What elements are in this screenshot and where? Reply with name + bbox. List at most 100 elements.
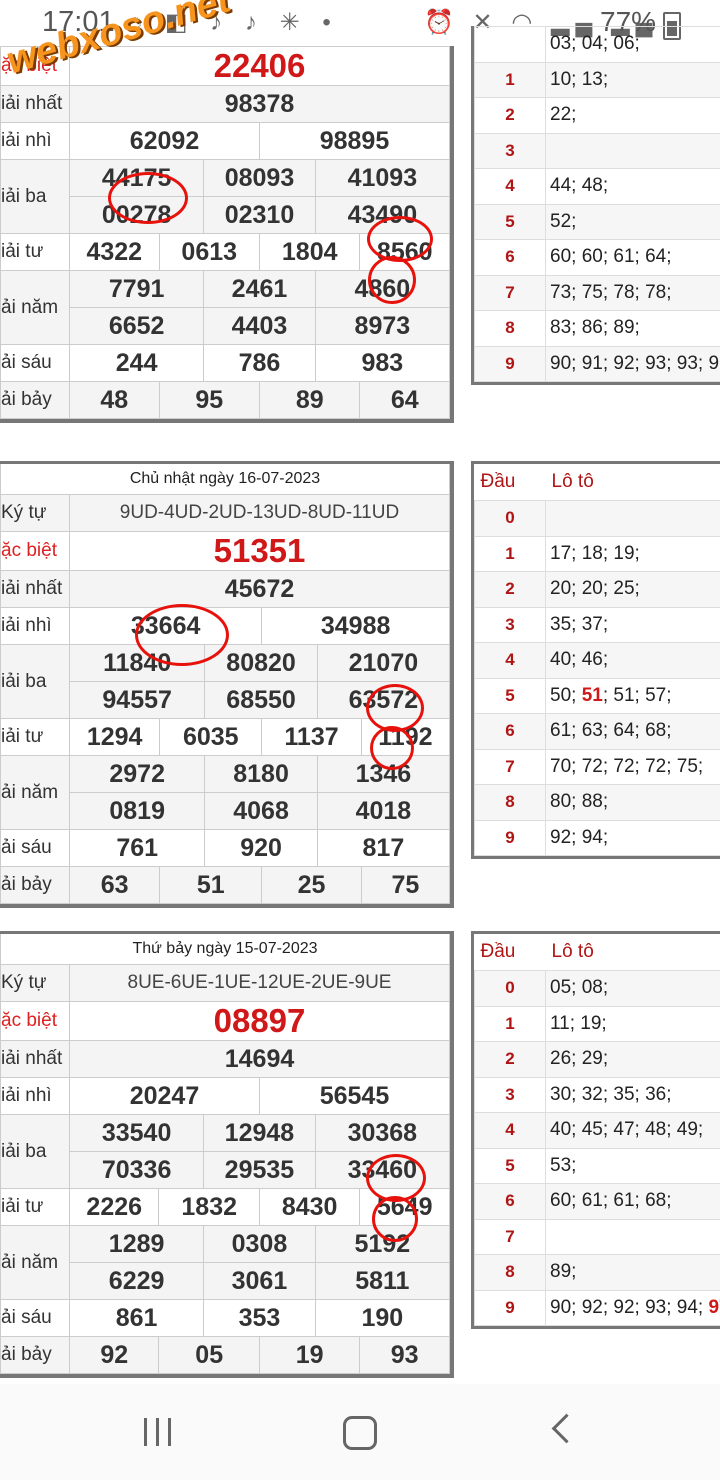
recent-apps-icon[interactable] [144, 1418, 174, 1446]
prize-value: 92 [68, 1336, 160, 1374]
loto-values: 61; 63; 64; 68; [545, 713, 720, 750]
loto-head: 8 [474, 310, 546, 347]
row-label: ải sáu [0, 344, 70, 382]
loto-head: 9 [474, 345, 546, 382]
row-label: iải tư [0, 233, 70, 271]
special-prize: 08897 [69, 1001, 450, 1041]
row-label: ải bảy [0, 381, 70, 419]
nav-bar [0, 1384, 720, 1480]
loto-head: 7 [474, 274, 546, 311]
loto-values: 22; [545, 97, 720, 134]
loto-head: 6 [474, 1183, 546, 1220]
loto-head: 8 [474, 1254, 546, 1291]
loto-head: 0 [474, 500, 546, 537]
row-label: iải ba [0, 1114, 70, 1189]
prize-value: 56545 [258, 1077, 451, 1115]
loto-head: 4 [474, 168, 546, 205]
row-label: iải ba [0, 159, 70, 234]
prize-value: 41093 [314, 159, 451, 197]
loto-head: 5 [474, 677, 546, 714]
loto-values: 30; 32; 35; 36; [545, 1076, 720, 1113]
loto-highlight: 51 [581, 684, 603, 706]
loto-head: 3 [474, 606, 546, 643]
loto-values: 89; [545, 1254, 720, 1291]
prize-value: 786 [203, 344, 316, 382]
prize-value: 8973 [314, 307, 451, 345]
loto-head: 2 [474, 1041, 546, 1078]
loto-head [474, 26, 546, 63]
prize-value: 4068 [204, 792, 318, 830]
row-label: ặc biệt [0, 531, 70, 571]
prize-value: 64 [359, 381, 450, 419]
prize-value: 7791 [68, 270, 205, 308]
prize-value: 02310 [203, 196, 316, 234]
prize-value: 6035 [159, 718, 263, 756]
prize-value: 0819 [68, 792, 206, 830]
loto-values: 10; 13; [545, 61, 720, 98]
prize-value: 1294 [68, 718, 161, 756]
loto-head: 5 [474, 203, 546, 240]
annotation-circle [366, 1154, 426, 1202]
prize-value: 861 [68, 1299, 205, 1337]
prize-value: 3061 [203, 1262, 316, 1300]
loto-values: 50; 51; 51; 57; [545, 677, 720, 714]
prize-value: 353 [203, 1299, 316, 1337]
prize-value: 48 [69, 381, 160, 419]
loto-head: 5 [474, 1147, 546, 1184]
prize-value: 8430 [258, 1188, 361, 1226]
annotation-circle [135, 604, 229, 666]
loto-values: 92; 94; [545, 819, 720, 856]
prize-value: 761 [68, 829, 206, 867]
annotation-circle [370, 726, 414, 770]
prize-value: 62092 [69, 122, 260, 160]
loto-values: 03; 04; 06; [545, 26, 720, 63]
prize-value: 45672 [69, 570, 450, 608]
loto-head: 3 [474, 1076, 546, 1113]
prize-value: 8180 [204, 755, 318, 793]
row-label: iải nhất [0, 85, 70, 123]
loto-header-dau: Đầu [474, 934, 546, 971]
prize-value: 2461 [203, 270, 316, 308]
loto-values: 44; 48; [545, 168, 720, 205]
prize-value: 2226 [68, 1188, 160, 1226]
prize-value: 920 [204, 829, 318, 867]
prize-value: 25 [261, 866, 362, 904]
row-label: iải nhì [0, 607, 70, 645]
annotation-circle [108, 172, 188, 224]
row-label: ặc biệt [0, 1001, 70, 1041]
loto-head: 8 [474, 784, 546, 821]
row-label: ải sáu [0, 1299, 70, 1337]
loto-values-part: 90; 92; 92; 93; 94; [550, 1296, 709, 1318]
prize-value: 4403 [203, 307, 316, 345]
loto-values: 90; 92; 92; 93; 94; 97 [545, 1289, 720, 1326]
prize-value: 19 [258, 1336, 361, 1374]
prize-value: 1137 [261, 718, 362, 756]
prize-value: 63 [68, 866, 161, 904]
prize-value: 1804 [258, 233, 361, 271]
prize-value: 51 [159, 866, 263, 904]
loto-values: 05; 08; [545, 970, 720, 1007]
special-prize: 22406 [69, 46, 450, 86]
draw-code: 9UD-4UD-2UD-13UD-8UD-11UD [69, 494, 450, 532]
prize-value: 89 [258, 381, 361, 419]
prize-value: 08093 [203, 159, 316, 197]
prize-value: 68550 [204, 681, 318, 719]
loto-head: 7 [474, 1218, 546, 1255]
prize-value: 93 [359, 1336, 450, 1374]
row-label: ải bảy [0, 866, 70, 904]
loto-values-part: ; 51; 57; [602, 684, 672, 706]
row-label: iải nhất [0, 570, 70, 608]
prize-value: 29535 [203, 1151, 316, 1189]
loto-values [545, 132, 720, 169]
row-label: iải nhì [0, 1077, 70, 1115]
loto-header-loto: Lô tô [545, 464, 720, 501]
loto-head: 2 [474, 571, 546, 608]
loto-head: 4 [474, 1112, 546, 1149]
loto-head: 6 [474, 239, 546, 276]
prize-value: 817 [316, 829, 451, 867]
loto-head: 2 [474, 97, 546, 134]
back-icon[interactable] [551, 1413, 582, 1444]
special-prize: 51351 [69, 531, 450, 571]
loto-head: 9 [474, 819, 546, 856]
home-icon[interactable] [343, 1416, 377, 1450]
